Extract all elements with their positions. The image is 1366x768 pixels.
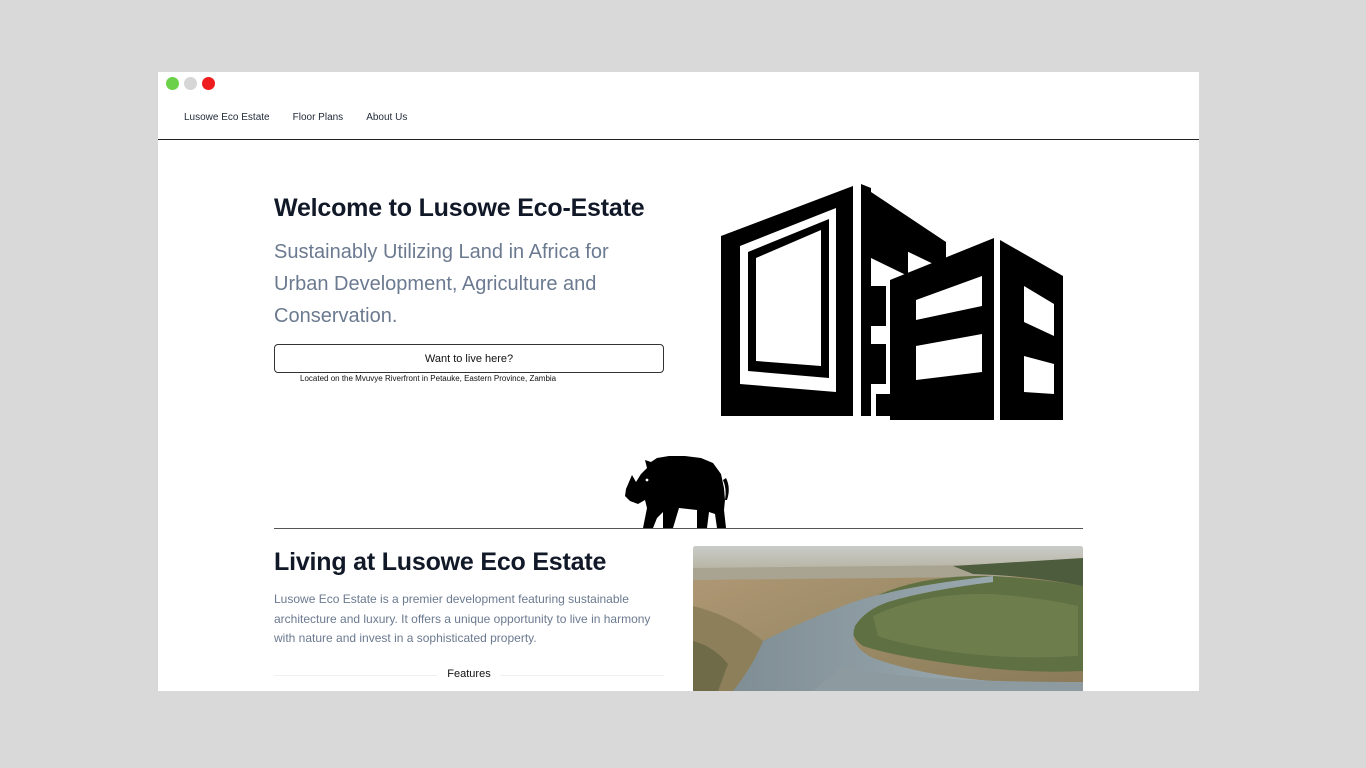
nav-link-about-us[interactable]: About Us xyxy=(366,112,407,123)
want-to-live-here-button[interactable]: Want to live here? xyxy=(274,344,664,373)
minimize-button[interactable] xyxy=(184,77,197,90)
nav-links: Lusowe Eco Estate Floor Plans About Us xyxy=(184,112,407,123)
close-button[interactable] xyxy=(202,77,215,90)
nav-link-floor-plans[interactable]: Floor Plans xyxy=(293,112,344,123)
features-heading: Features xyxy=(274,666,664,684)
building-icon xyxy=(721,184,1063,420)
nav-link-home[interactable]: Lusowe Eco Estate xyxy=(184,112,270,123)
location-caption: Located on the Mvuvye Riverfront in Peta… xyxy=(300,374,557,383)
rhino-icon xyxy=(625,456,729,528)
living-section-title: Living at Lusowe Eco Estate xyxy=(274,548,607,576)
features-label: Features xyxy=(437,668,501,680)
window-controls xyxy=(166,77,215,90)
browser-window: Lusowe Eco Estate Floor Plans About Us W… xyxy=(158,72,1199,691)
living-section-text: Lusowe Eco Estate is a premier developme… xyxy=(274,592,651,645)
maximize-button[interactable] xyxy=(166,77,179,90)
hero-title: Welcome to Lusowe Eco-Estate xyxy=(274,194,645,222)
section-divider xyxy=(274,528,1083,529)
river-aerial-photo xyxy=(693,546,1083,691)
hero-subtitle: Sustainably Utilizing Land in Africa for… xyxy=(274,241,609,327)
top-navbar: Lusowe Eco Estate Floor Plans About Us xyxy=(158,72,1199,140)
